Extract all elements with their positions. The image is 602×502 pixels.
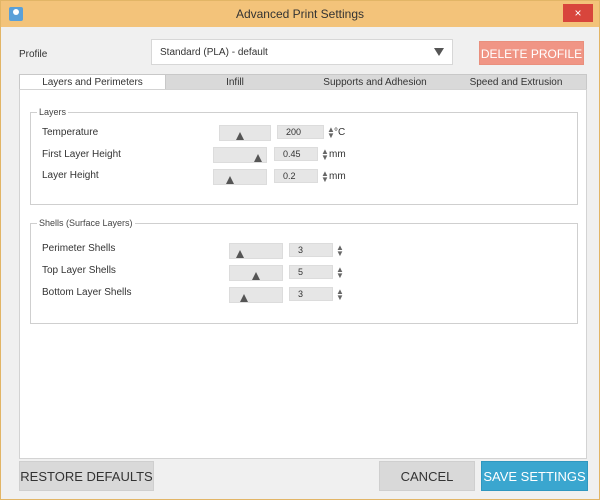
slider-thumb[interactable] [236, 250, 244, 258]
layer-height-stepper[interactable]: ▲ ▼ [321, 170, 329, 184]
shells-legend: Shells (Surface Layers) [39, 218, 133, 228]
close-icon: × [574, 6, 582, 20]
cancel-button[interactable]: CANCEL [379, 461, 475, 491]
first-layer-height-slider[interactable] [213, 147, 267, 163]
temperature-unit: °C [334, 127, 346, 138]
slider-thumb[interactable] [254, 154, 262, 162]
window: Advanced Print Settings × Profile Standa… [0, 0, 600, 500]
temperature-input[interactable]: 200 [277, 125, 324, 139]
profile-select-value: Standard (PLA) - default [160, 47, 268, 58]
profile-label: Profile [19, 49, 48, 60]
perimeter-shells-input[interactable]: 3 [289, 243, 333, 257]
layer-height-label: Layer Height [42, 170, 99, 181]
perimeter-shells-label: Perimeter Shells [42, 243, 116, 254]
first-layer-height-input[interactable]: 0.45 [274, 147, 318, 161]
tab-layers-and-perimeters[interactable]: Layers and Perimeters [20, 75, 166, 90]
tab-bar: Layers and Perimeters Infill Supports an… [19, 74, 587, 90]
slider-thumb[interactable] [252, 272, 260, 280]
chevron-down-icon[interactable] [434, 48, 444, 56]
slider-thumb[interactable] [226, 176, 234, 184]
top-layer-shells-stepper[interactable]: ▲ ▼ [336, 266, 344, 280]
first-layer-height-unit: mm [329, 149, 346, 160]
bottom-layer-shells-slider[interactable] [229, 287, 283, 303]
top-layer-shells-slider[interactable] [229, 265, 283, 281]
layer-height-unit: mm [329, 171, 346, 182]
slider-thumb[interactable] [236, 132, 244, 140]
slider-thumb[interactable] [240, 294, 248, 302]
first-layer-height-label: First Layer Height [42, 149, 121, 160]
perimeter-shells-slider[interactable] [229, 243, 283, 259]
settings-panel: Layers Temperature 200 ▲ ▼ °C First Layer… [19, 89, 587, 459]
delete-profile-button[interactable]: DELETE PROFILE [479, 41, 584, 65]
bottom-layer-shells-stepper[interactable]: ▲ ▼ [336, 288, 344, 302]
layer-height-slider[interactable] [213, 169, 267, 185]
titlebar: Advanced Print Settings × [1, 1, 599, 27]
profile-select[interactable]: Standard (PLA) - default [151, 39, 453, 65]
restore-defaults-button[interactable]: RESTORE DEFAULTS [19, 461, 154, 491]
close-button[interactable]: × [563, 4, 593, 22]
temperature-label: Temperature [42, 127, 99, 138]
layer-height-input[interactable]: 0.2 [274, 169, 318, 183]
save-settings-button[interactable]: SAVE SETTINGS [481, 461, 588, 491]
perimeter-shells-stepper[interactable]: ▲ ▼ [336, 244, 344, 258]
tab-supports-and-adhesion[interactable]: Supports and Adhesion [305, 75, 445, 90]
temperature-slider[interactable] [219, 125, 271, 141]
layers-legend: Layers [39, 107, 67, 117]
bottom-layer-shells-input[interactable]: 3 [289, 287, 333, 301]
tab-infill[interactable]: Infill [165, 75, 305, 90]
first-layer-height-stepper[interactable]: ▲ ▼ [321, 148, 329, 162]
top-layer-shells-input[interactable]: 5 [289, 265, 333, 279]
bottom-layer-shells-label: Bottom Layer Shells [42, 287, 132, 298]
tab-speed-and-extrusion[interactable]: Speed and Extrusion [445, 75, 587, 90]
top-layer-shells-label: Top Layer Shells [42, 265, 116, 276]
window-title: Advanced Print Settings [235, 7, 365, 21]
